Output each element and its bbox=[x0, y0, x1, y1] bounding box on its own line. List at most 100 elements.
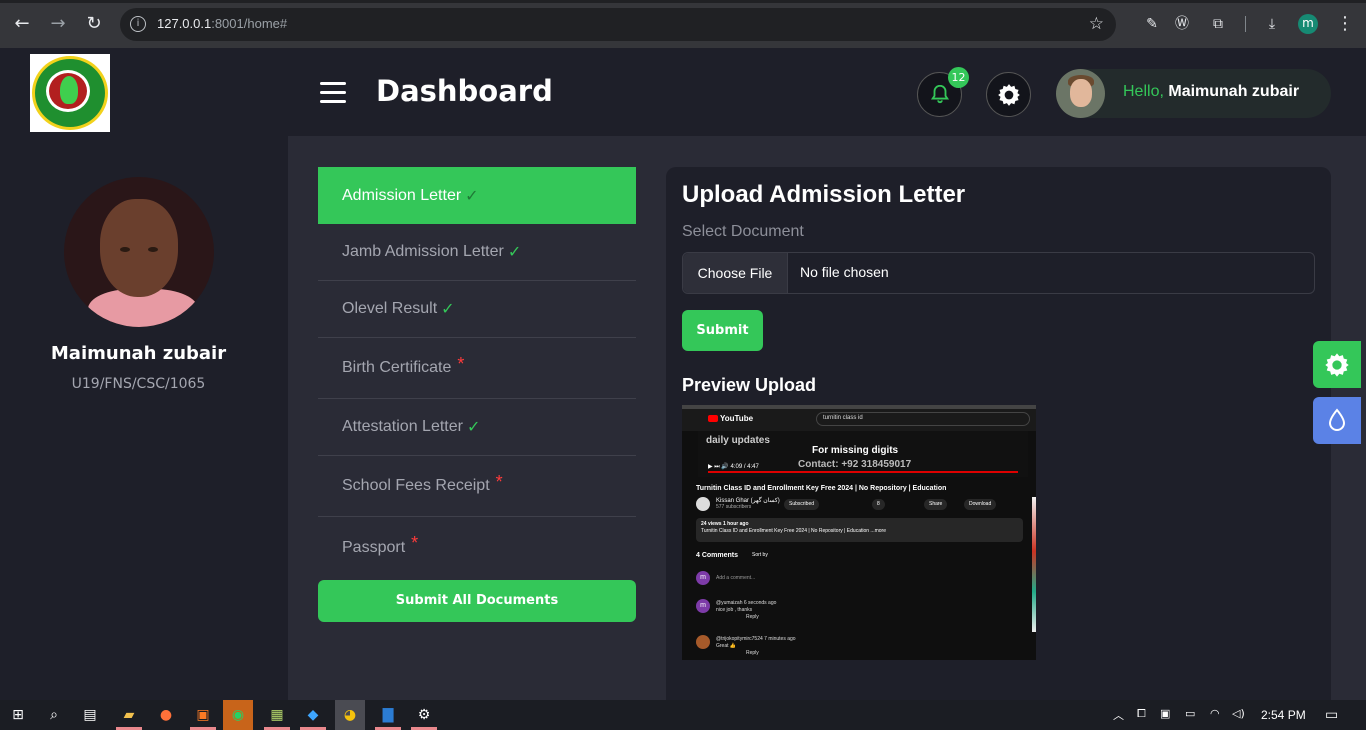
preview-description: 24 views 1 hour ago Turnitin Class ID and… bbox=[696, 518, 1023, 542]
back-icon[interactable]: ← bbox=[11, 13, 33, 35]
doc-label: Olevel Result bbox=[342, 300, 438, 317]
profile-photo bbox=[64, 177, 214, 327]
document-list: Admission Letter ✓ Jamb Admission Letter ✓… bbox=[318, 167, 636, 578]
check-icon: ✓ bbox=[465, 187, 479, 205]
submit-all-documents-button[interactable]: Submit All Documents bbox=[318, 580, 636, 622]
task-view-icon[interactable]: ▤ bbox=[79, 704, 101, 726]
choose-file-button[interactable]: Choose File bbox=[683, 253, 788, 293]
bell-icon bbox=[930, 84, 950, 104]
extension-w-icon[interactable]: Ⓦ bbox=[1172, 14, 1192, 34]
notepad-icon[interactable]: ▦ bbox=[266, 704, 288, 726]
app-header: Dashboard 12 Hello, Maimunah zubair bbox=[0, 48, 1366, 136]
menu-toggle-icon[interactable] bbox=[320, 82, 346, 103]
tray-meet-icon[interactable]: ⧠ bbox=[1137, 707, 1146, 721]
file-explorer-icon[interactable]: ▰ bbox=[118, 704, 140, 726]
reload-icon[interactable]: ↻ bbox=[83, 13, 105, 35]
battery-icon[interactable]: ▭ bbox=[1185, 707, 1195, 720]
user-profile-pill[interactable]: Hello, Maimunah zubair bbox=[1056, 69, 1331, 118]
firefox-icon[interactable]: ● bbox=[155, 704, 177, 726]
university-logo[interactable] bbox=[30, 54, 110, 132]
floating-settings-button[interactable] bbox=[1313, 341, 1361, 388]
file-status-text: No file chosen bbox=[800, 264, 889, 280]
extension-pen-icon[interactable]: ✎ bbox=[1142, 14, 1162, 34]
doc-label: Birth Certificate bbox=[342, 359, 452, 376]
preview-channel-avatar bbox=[696, 497, 710, 511]
settings-app-icon[interactable]: ⚙ bbox=[413, 704, 435, 726]
preview-add-comment: Add a comment... bbox=[716, 575, 756, 581]
preview-comments-count: 4 Comments bbox=[696, 552, 739, 559]
preview-search-box: turnitin class id bbox=[816, 412, 1030, 426]
preview-video-title: Turnitin Class ID and Enrollment Key Fre… bbox=[696, 485, 947, 492]
volume-icon[interactable]: ◁) bbox=[1232, 707, 1245, 720]
preview-overlay-line3: Contact: +92 318459017 bbox=[798, 459, 912, 470]
doc-item-olevel-result[interactable]: Olevel Result ✓ bbox=[318, 281, 636, 338]
notification-center-icon[interactable]: ▭ bbox=[1325, 707, 1338, 723]
download-icon[interactable]: ⤓ bbox=[1262, 14, 1282, 34]
user-greeting: Hello, Maimunah zubair bbox=[1123, 83, 1299, 101]
preview-player-time: ▶ ⏭ 🔊 4:09 / 4:47 bbox=[708, 464, 759, 470]
doc-label: Passport bbox=[342, 538, 406, 556]
extensions-puzzle-icon[interactable]: ⧉ bbox=[1208, 14, 1228, 34]
greeting-text: Hello, bbox=[1123, 83, 1164, 100]
settings-button[interactable] bbox=[986, 72, 1031, 117]
preview-overlay-line2: For missing digits bbox=[812, 445, 899, 456]
wifi-icon[interactable]: ◠ bbox=[1210, 707, 1220, 720]
search-icon[interactable]: ⌕ bbox=[43, 704, 65, 726]
preview-sort-by: Sort by bbox=[752, 552, 768, 558]
doc-item-school-fees-receipt[interactable]: School Fees Receipt * bbox=[318, 456, 636, 517]
user-avatar bbox=[1056, 69, 1105, 118]
tab-strip bbox=[0, 0, 1366, 3]
toolbar-separator bbox=[1245, 16, 1246, 32]
notification-count-badge: 12 bbox=[948, 67, 969, 88]
preview-yt-logo: YouTube bbox=[708, 414, 753, 423]
upload-preview-image: YouTube turnitin class id daily updates … bbox=[682, 405, 1036, 660]
doc-item-jamb-admission-letter[interactable]: Jamb Admission Letter ✓ bbox=[318, 224, 636, 281]
preview-like-pill: 8 bbox=[872, 499, 885, 510]
preview-overlay-line1: daily updates bbox=[706, 435, 770, 446]
upload-title: Upload Admission Letter bbox=[682, 181, 966, 208]
select-document-label: Select Document bbox=[682, 223, 804, 240]
forward-icon[interactable]: → bbox=[47, 13, 69, 35]
preview-share-pill: Share bbox=[924, 499, 948, 510]
preview-subscribed-pill: Subscribed bbox=[784, 499, 820, 510]
system-clock[interactable]: 2:54 PM bbox=[1261, 708, 1306, 722]
xampp-icon[interactable]: ▣ bbox=[192, 704, 214, 726]
doc-item-attestation-letter[interactable]: Attestation Letter ✓ bbox=[318, 399, 636, 456]
registration-number: U19/FNS/CSC/1065 bbox=[71, 376, 206, 392]
url-path: :8001/home# bbox=[211, 16, 288, 31]
water-drop-icon bbox=[1328, 408, 1346, 431]
doc-label: School Fees Receipt bbox=[342, 477, 490, 494]
check-icon: ✓ bbox=[466, 419, 481, 436]
doc-item-admission-letter[interactable]: Admission Letter ✓ bbox=[318, 167, 636, 224]
url-text[interactable]: 127.0.0.1:8001/home# bbox=[157, 16, 287, 31]
address-bar[interactable]: i 127.0.0.1:8001/home# ☆ bbox=[120, 8, 1116, 41]
upload-card: Upload Admission Letter Select Document … bbox=[666, 167, 1331, 700]
submit-button[interactable]: Submit bbox=[682, 310, 763, 351]
file-input[interactable]: Choose File No file chosen bbox=[682, 252, 1315, 294]
windows-start-icon[interactable]: ⊞ bbox=[7, 704, 29, 726]
notifications-button[interactable]: 12 bbox=[917, 67, 969, 117]
preview-comment2: @trijokopitymirc7524 7 minutes ago Great … bbox=[716, 636, 796, 656]
logo-leaf bbox=[60, 76, 78, 104]
preview-yt-header: YouTube turnitin class id bbox=[682, 405, 1036, 431]
preview-progress-bar bbox=[708, 471, 1018, 473]
doc-label: Jamb Admission Letter bbox=[342, 243, 504, 260]
browser-menu-icon[interactable]: ⋮ bbox=[1336, 13, 1354, 34]
whatsapp-icon[interactable]: ◉ bbox=[227, 704, 249, 726]
tray-network-alert-icon[interactable]: ▣ bbox=[1160, 707, 1170, 720]
site-info-icon[interactable]: i bbox=[130, 16, 146, 32]
page-title: Dashboard bbox=[376, 74, 553, 108]
bookmark-star-icon[interactable]: ☆ bbox=[1089, 14, 1104, 34]
floating-theme-button[interactable] bbox=[1313, 397, 1361, 444]
doc-item-passport[interactable]: Passport * bbox=[318, 517, 636, 578]
vscode-icon[interactable]: ◆ bbox=[302, 704, 324, 726]
tray-chevron-icon[interactable]: ︿ bbox=[1113, 707, 1124, 723]
header-user-name: Maimunah zubair bbox=[1168, 83, 1300, 100]
word-icon[interactable]: ▇ bbox=[377, 704, 399, 726]
required-asterisk-icon: * bbox=[495, 471, 503, 492]
preview-channel-info: Kissan Ghar (کسان گھر) 577 subscribers bbox=[716, 498, 780, 510]
preview-comment1: @yumaizah 6 seconds ago nice job , thanks… bbox=[716, 600, 777, 620]
doc-item-birth-certificate[interactable]: Birth Certificate * bbox=[318, 338, 636, 399]
profile-avatar[interactable]: m bbox=[1298, 14, 1318, 34]
chrome-icon[interactable]: ◕ bbox=[339, 704, 361, 726]
